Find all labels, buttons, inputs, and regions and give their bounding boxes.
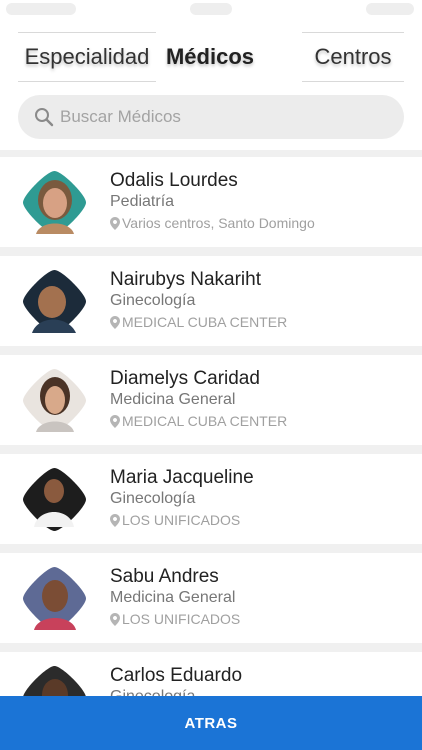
avatar <box>22 665 87 696</box>
avatar <box>22 269 87 334</box>
list-item[interactable]: Sabu Andres Medicina General LOS UNIFICA… <box>0 553 422 643</box>
location-pin-icon <box>110 414 120 428</box>
search-bar[interactable] <box>18 95 404 139</box>
location-pin-icon <box>110 216 120 230</box>
back-button[interactable]: ATRAS <box>0 696 422 750</box>
location-text: LOS UNIFICADOS <box>122 611 241 627</box>
carrier-indicator <box>6 3 76 15</box>
doctor-list[interactable]: Odalis Lourdes Pediatría Varios centros,… <box>0 150 422 696</box>
location-pin-icon <box>110 612 120 626</box>
header: Especialidad Médicos Centros <box>0 22 422 150</box>
doctor-location: MEDICAL CUBA CENTER <box>110 314 287 330</box>
search-icon <box>35 108 54 127</box>
doctor-location: Varios centros, Santo Domingo <box>110 215 315 231</box>
doctor-location: MEDICAL CUBA CENTER <box>110 413 287 429</box>
list-item[interactable]: Nairubys Nakariht Ginecología MEDICAL CU… <box>0 256 422 346</box>
doctor-name: Diamelys Caridad <box>110 368 260 389</box>
location-pin-icon <box>110 513 120 527</box>
doctor-location: LOS UNIFICADOS <box>110 611 240 627</box>
tab-centros[interactable]: Centros <box>302 32 404 82</box>
avatar <box>22 566 87 631</box>
doctor-specialty: Medicina General <box>110 391 236 408</box>
doctor-specialty: Ginecología <box>110 292 196 309</box>
tab-especialidad[interactable]: Especialidad <box>18 32 156 82</box>
doctor-name: Sabu Andres <box>110 566 219 587</box>
location-text: MEDICAL CUBA CENTER <box>122 314 288 330</box>
location-pin-icon <box>110 315 120 329</box>
avatar <box>22 467 87 532</box>
location-text: LOS UNIFICADOS <box>122 512 241 528</box>
doctor-specialty: Ginecología <box>110 490 196 507</box>
battery-icon <box>366 3 414 15</box>
doctor-name: Nairubys Nakariht <box>110 269 261 290</box>
list-item[interactable]: Odalis Lourdes Pediatría Varios centros,… <box>0 157 422 247</box>
doctor-specialty: Medicina General <box>110 589 236 606</box>
location-text: Varios centros, Santo Domingo <box>122 215 315 231</box>
status-bar <box>0 0 422 22</box>
tab-medicos[interactable]: Médicos <box>164 32 256 82</box>
doctor-location: LOS UNIFICADOS <box>110 512 240 528</box>
location-text: MEDICAL CUBA CENTER <box>122 413 288 429</box>
avatar <box>22 368 87 433</box>
doctor-name: Maria Jacqueline <box>110 467 254 488</box>
list-item[interactable]: Carlos Eduardo Ginecología <box>0 652 422 696</box>
doctor-name: Odalis Lourdes <box>110 170 238 191</box>
doctor-specialty: Pediatría <box>110 193 175 210</box>
list-item[interactable]: Maria Jacqueline Ginecología LOS UNIFICA… <box>0 454 422 544</box>
search-input[interactable] <box>60 107 380 127</box>
doctor-name: Carlos Eduardo <box>110 665 243 686</box>
doctor-specialty: Ginecología <box>110 688 195 696</box>
list-item[interactable]: Diamelys Caridad Medicina General MEDICA… <box>0 355 422 445</box>
avatar <box>22 170 87 235</box>
clock-indicator <box>190 3 232 15</box>
